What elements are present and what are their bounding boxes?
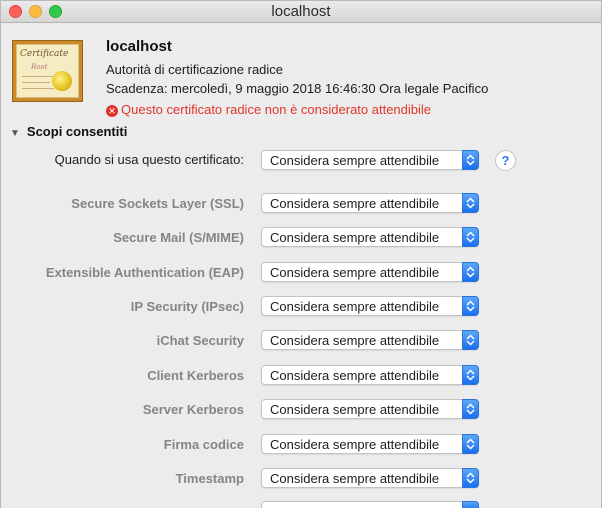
certificate-expiry: Scadenza: mercoledì, 9 maggio 2018 16:46… bbox=[106, 81, 489, 96]
row-label-server-kerberos: Server Kerberos bbox=[142, 402, 244, 417]
certificate-icon-title: Certificate bbox=[20, 49, 69, 59]
popup-arrows-icon[interactable] bbox=[462, 227, 479, 247]
when-using-popup[interactable]: Considera sempre attendibile bbox=[261, 150, 479, 170]
popup-arrows-icon[interactable] bbox=[462, 399, 479, 419]
popup-arrows-icon[interactable] bbox=[462, 150, 479, 170]
popup-arrows-icon[interactable] bbox=[462, 262, 479, 282]
popup-smime[interactable]: Considera sempre attendibile bbox=[261, 227, 479, 247]
popup-value: Considera sempre attendibile bbox=[270, 402, 440, 417]
popup-ipsec[interactable]: Considera sempre attendibile bbox=[261, 296, 479, 316]
certificate-name: localhost bbox=[106, 38, 172, 55]
popup-value: Considera sempre attendibile bbox=[270, 437, 440, 452]
window-title: localhost bbox=[271, 3, 331, 20]
certificate-content: Certificate Root localhost Autorità di c… bbox=[1, 24, 601, 508]
popup-arrows-icon[interactable] bbox=[462, 365, 479, 385]
row-label-ichat: iChat Security bbox=[156, 333, 244, 348]
popup-next-row-partial[interactable] bbox=[261, 501, 479, 508]
row-label-client-kerberos: Client Kerberos bbox=[147, 368, 244, 383]
section-trust-settings[interactable]: ▼ Scopi consentiti bbox=[10, 124, 127, 139]
certificate-icon: Certificate Root bbox=[12, 40, 83, 102]
popup-arrows-icon[interactable] bbox=[462, 501, 479, 508]
certificate-icon-line bbox=[22, 88, 54, 89]
popup-value: Considera sempre attendibile bbox=[270, 153, 440, 168]
error-x-icon: ✕ bbox=[106, 105, 118, 117]
title-bar: localhost bbox=[1, 1, 601, 23]
row-label-smime: Secure Mail (S/MIME) bbox=[113, 230, 244, 245]
certificate-trust-error-text: Questo certificato radice non è consider… bbox=[121, 102, 432, 117]
popup-code-signing[interactable]: Considera sempre attendibile bbox=[261, 434, 479, 454]
popup-value: Considera sempre attendibile bbox=[270, 265, 440, 280]
certificate-seal-icon bbox=[52, 71, 72, 91]
popup-server-kerberos[interactable]: Considera sempre attendibile bbox=[261, 399, 479, 419]
certificate-trust-error: ✕ Questo certificato radice non è conside… bbox=[106, 102, 431, 117]
popup-value: Considera sempre attendibile bbox=[270, 333, 440, 348]
popup-value: Considera sempre attendibile bbox=[270, 368, 440, 383]
popup-ichat[interactable]: Considera sempre attendibile bbox=[261, 330, 479, 350]
popup-client-kerberos[interactable]: Considera sempre attendibile bbox=[261, 365, 479, 385]
row-label-timestamp: Timestamp bbox=[175, 471, 244, 486]
popup-eap[interactable]: Considera sempre attendibile bbox=[261, 262, 479, 282]
certificate-icon-line bbox=[22, 82, 50, 83]
popup-ssl[interactable]: Considera sempre attendibile bbox=[261, 193, 479, 213]
popup-arrows-icon[interactable] bbox=[462, 193, 479, 213]
row-label-ipsec: IP Security (IPsec) bbox=[130, 299, 244, 314]
row-label-ssl: Secure Sockets Layer (SSL) bbox=[71, 196, 244, 211]
certificate-icon-subtitle: Root bbox=[31, 63, 48, 71]
popup-arrows-icon[interactable] bbox=[462, 468, 479, 488]
popup-value: Considera sempre attendibile bbox=[270, 196, 440, 211]
popup-arrows-icon[interactable] bbox=[462, 330, 479, 350]
popup-value: Considera sempre attendibile bbox=[270, 230, 440, 245]
row-label-code-signing: Firma codice bbox=[163, 437, 244, 452]
help-button[interactable]: ? bbox=[495, 150, 516, 171]
popup-timestamp[interactable]: Considera sempre attendibile bbox=[261, 468, 479, 488]
row-label-eap: Extensible Authentication (EAP) bbox=[45, 265, 244, 280]
section-title: Scopi consentiti bbox=[26, 124, 128, 139]
certificate-type: Autorità di certificazione radice bbox=[106, 62, 284, 77]
popup-arrows-icon[interactable] bbox=[462, 434, 479, 454]
when-using-label: Quando si usa questo certificato: bbox=[54, 152, 244, 167]
popup-arrows-icon[interactable] bbox=[462, 296, 479, 316]
disclosure-triangle-icon[interactable]: ▼ bbox=[10, 128, 20, 139]
popup-value: Considera sempre attendibile bbox=[270, 299, 440, 314]
certificate-window: localhost Certificate Root localhost Aut… bbox=[0, 0, 602, 508]
popup-value: Considera sempre attendibile bbox=[270, 471, 440, 486]
